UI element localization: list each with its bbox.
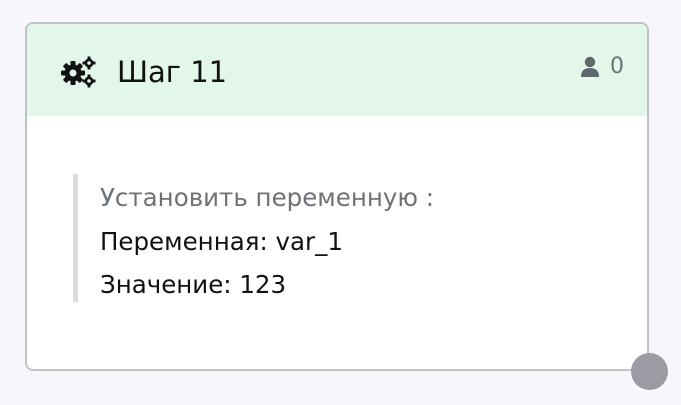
action-title: Установить переменную : bbox=[100, 183, 435, 212]
step-card[interactable]: Шаг 11 0 Установить переменную : Перемен… bbox=[25, 22, 649, 371]
user-icon bbox=[580, 56, 600, 78]
step-body: Установить переменную : Переменная: var_… bbox=[27, 116, 647, 369]
gears-icon bbox=[60, 56, 96, 88]
value-line: Значение: 123 bbox=[100, 270, 287, 299]
step-header: Шаг 11 0 bbox=[27, 24, 647, 116]
variable-line: Переменная: var_1 bbox=[100, 227, 343, 256]
resize-handle[interactable] bbox=[631, 353, 668, 390]
blockquote-bar bbox=[73, 174, 78, 302]
user-count: 0 bbox=[610, 54, 624, 79]
step-title: Шаг 11 bbox=[117, 55, 228, 89]
